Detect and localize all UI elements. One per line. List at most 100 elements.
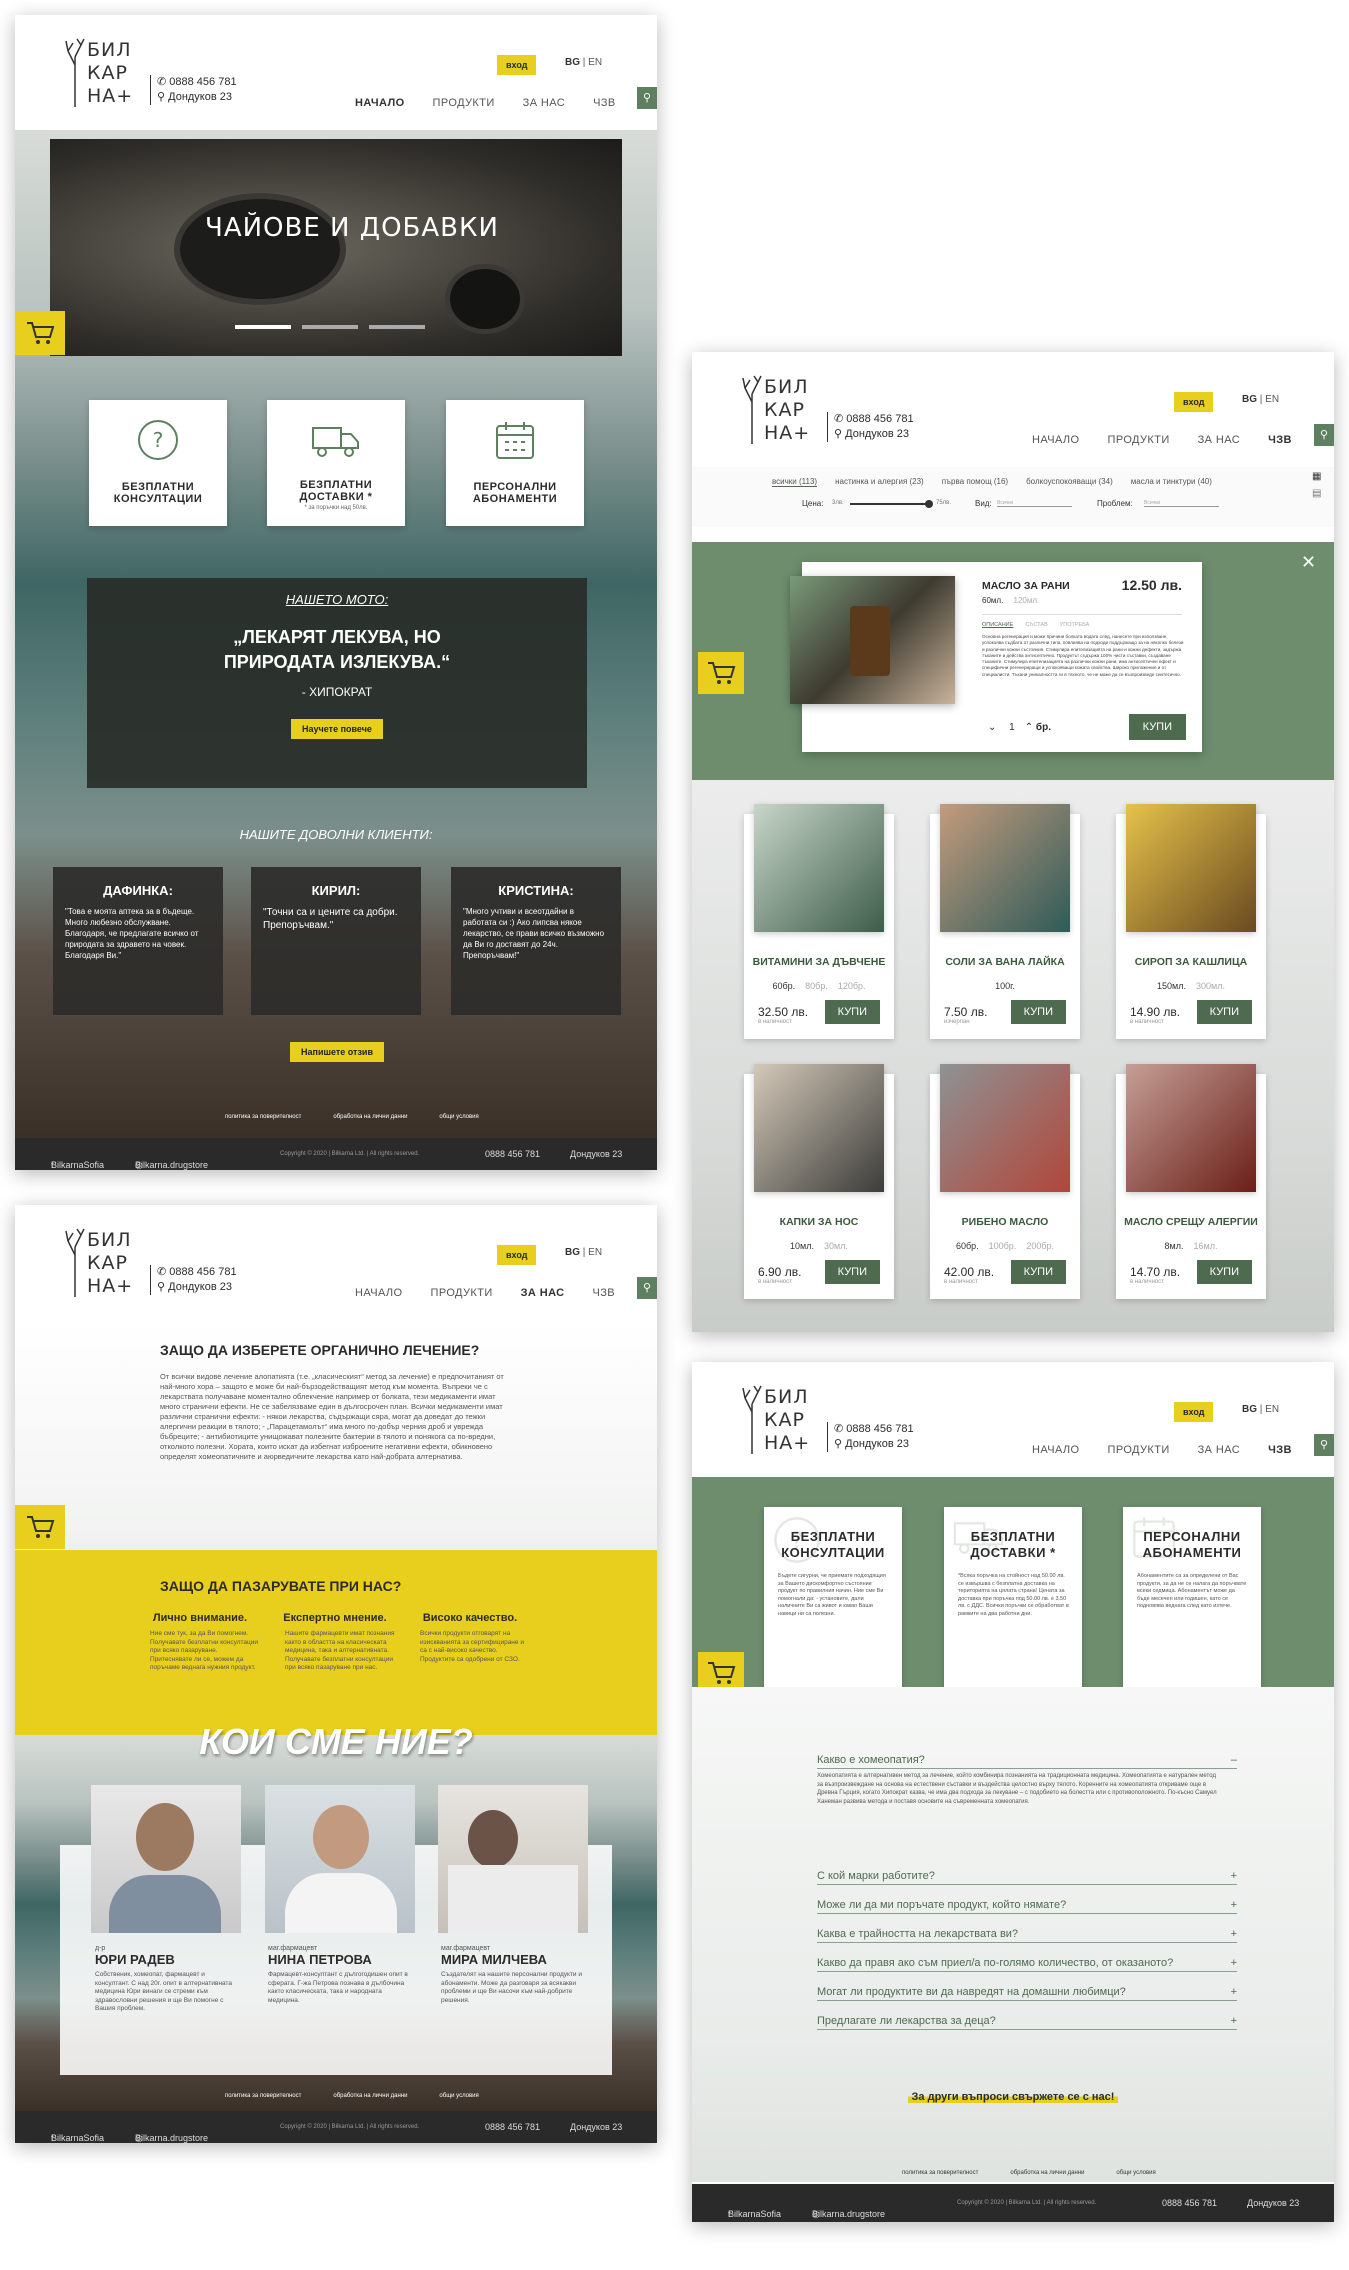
- buy-button[interactable]: КУПИ: [1196, 1000, 1252, 1024]
- language-switch[interactable]: BG | EN: [565, 1247, 602, 1258]
- size-option[interactable]: 60мл.: [982, 596, 1003, 605]
- search-button[interactable]: ⚲: [637, 1277, 657, 1299]
- chevron-down-icon[interactable]: ⌄: [988, 722, 996, 733]
- product-card[interactable]: СИРОП ЗА КАШЛИЦА 150мл. 300мл. 14.90 лв. в н…: [1116, 804, 1266, 1039]
- expand-icon[interactable]: +: [1231, 2015, 1237, 2027]
- faq-item[interactable]: Предлагате ли лекарства за деца? +: [817, 2015, 1237, 2030]
- lang-bg[interactable]: BG: [1242, 1404, 1257, 1415]
- nav-products[interactable]: ПРОДУКТИ: [431, 1287, 493, 1299]
- slider-dot-3[interactable]: [369, 325, 425, 329]
- language-switch[interactable]: BG | EN: [1242, 394, 1279, 405]
- buy-button[interactable]: КУПИ: [1010, 1260, 1066, 1284]
- nav-about[interactable]: ЗА НАС: [523, 97, 565, 109]
- buy-button[interactable]: КУПИ: [1196, 1260, 1252, 1284]
- footer-phone[interactable]: 0888 456 781: [485, 1149, 540, 1159]
- tab-usage[interactable]: УПОТРЕБА: [1060, 622, 1090, 628]
- faq-item[interactable]: Могат ли продуктите ви да навредят на до…: [817, 1986, 1237, 2001]
- faq-item[interactable]: Може ли да ми поръчате продукт, който ня…: [817, 1899, 1237, 1914]
- product-name[interactable]: ВИТАМИНИ ЗА ДЪВЧЕНЕ: [744, 956, 894, 968]
- size-option[interactable]: 100г.: [995, 981, 1015, 991]
- buy-button[interactable]: КУПИ: [1128, 714, 1186, 740]
- size-option[interactable]: 300мл.: [1196, 981, 1225, 991]
- search-button[interactable]: ⚲: [637, 87, 657, 109]
- privacy-link[interactable]: политика за поверителност: [225, 1114, 301, 1120]
- nav-home[interactable]: НАЧАЛО: [355, 1287, 403, 1299]
- size-option[interactable]: 8мл.: [1165, 1241, 1184, 1251]
- product-card[interactable]: МАСЛО СРЕЩУ АЛЕРГИИ 8мл. 16мл. 14.70 лв. в н…: [1116, 1064, 1266, 1299]
- product-card[interactable]: ВИТАМИНИ ЗА ДЪВЧЕНЕ 60бр. 80бр. 120бр. 32.50…: [744, 804, 894, 1039]
- product-name[interactable]: КАПКИ ЗА НОС: [744, 1216, 894, 1228]
- logo[interactable]: БИЛ КАР НА+: [65, 1227, 145, 1302]
- footer-phone[interactable]: 0888 456 781: [1162, 2198, 1217, 2208]
- phone[interactable]: 0888 456 781: [846, 1423, 913, 1435]
- nav-faq[interactable]: ЧЗВ: [1268, 434, 1292, 446]
- product-name[interactable]: МАСЛО СРЕЩУ АЛЕРГИИ: [1116, 1216, 1266, 1228]
- product-image[interactable]: [940, 804, 1070, 932]
- size-option[interactable]: 120бр.: [838, 981, 866, 991]
- language-switch[interactable]: BG | EN: [1242, 1404, 1279, 1415]
- terms-link[interactable]: общи условия: [439, 1114, 478, 1120]
- data-processing-link[interactable]: обработка на лични данни: [333, 2093, 407, 2099]
- filter-painkillers[interactable]: болкоуспокояващи (34): [1026, 477, 1113, 486]
- faq-question[interactable]: Какво да правя ако съм приел/а по-голямо…: [817, 1957, 1173, 1969]
- login-button[interactable]: вход: [497, 1245, 537, 1265]
- size-option[interactable]: 10мл.: [790, 1241, 814, 1251]
- buy-button[interactable]: КУПИ: [824, 1260, 880, 1284]
- nav-about[interactable]: ЗА НАС: [1198, 1444, 1240, 1456]
- close-icon[interactable]: ✕: [1301, 552, 1316, 573]
- expand-icon[interactable]: +: [1231, 1870, 1237, 1882]
- size-option[interactable]: 100бр.: [989, 1241, 1017, 1251]
- product-image[interactable]: [754, 804, 884, 932]
- product-image[interactable]: [1126, 804, 1256, 932]
- faq-item[interactable]: Какво да правя ако съм приел/а по-голямо…: [817, 1957, 1237, 1972]
- problem-select[interactable]: Всички: [1144, 500, 1219, 507]
- filter-cold[interactable]: настинка и алергия (23): [835, 477, 924, 486]
- terms-link[interactable]: общи условия: [439, 2093, 478, 2099]
- lang-bg[interactable]: BG: [1242, 394, 1257, 405]
- lang-bg[interactable]: BG: [565, 57, 580, 68]
- lang-en[interactable]: EN: [588, 1247, 602, 1258]
- faq-item-open[interactable]: Какво е хомеопатия? –: [817, 1754, 1237, 1769]
- nav-home[interactable]: НАЧАЛО: [1032, 1444, 1080, 1456]
- product-image[interactable]: [1126, 1064, 1256, 1192]
- nav-faq[interactable]: ЧЗВ: [1268, 1444, 1292, 1456]
- size-option[interactable]: 150мл.: [1157, 981, 1186, 991]
- filter-first-aid[interactable]: първа помощ (16): [942, 477, 1008, 486]
- faq-question[interactable]: Може ли да ми поръчате продукт, който ня…: [817, 1899, 1066, 1911]
- filter-all[interactable]: всички (113): [772, 477, 818, 487]
- tab-description[interactable]: ОПИСАНИЕ: [982, 622, 1013, 628]
- phone[interactable]: 0888 456 781: [169, 1266, 236, 1278]
- product-card[interactable]: СОЛИ ЗА ВАНА ЛАЙКА 100г. 7.50 лв. изчерпан К…: [930, 804, 1080, 1039]
- product-name[interactable]: РИБЕНО МАСЛО: [930, 1216, 1080, 1228]
- buy-button[interactable]: КУПИ: [1010, 1000, 1066, 1024]
- lang-bg[interactable]: BG: [565, 1247, 580, 1258]
- product-name[interactable]: СОЛИ ЗА ВАНА ЛАЙКА: [930, 956, 1080, 968]
- size-option[interactable]: 200бр.: [1026, 1241, 1054, 1251]
- lang-en[interactable]: EN: [1265, 394, 1279, 405]
- product-card[interactable]: КАПКИ ЗА НОС 10мл. 30мл. 6.90 лв. в наличнос…: [744, 1064, 894, 1299]
- list-view-icon[interactable]: ▤: [1312, 489, 1321, 499]
- faq-item[interactable]: С кой марки работите? +: [817, 1870, 1237, 1885]
- privacy-link[interactable]: политика за поверителност: [902, 2170, 978, 2176]
- data-processing-link[interactable]: обработка на лични данни: [1010, 2170, 1084, 2176]
- size-option[interactable]: 60бр.: [772, 981, 795, 991]
- logo[interactable]: БИЛ КАР НА+: [742, 374, 822, 449]
- nav-home[interactable]: НАЧАЛО: [1032, 434, 1080, 446]
- filter-oils[interactable]: масла и тинктури (40): [1131, 477, 1212, 486]
- search-button[interactable]: ⚲: [1314, 1434, 1334, 1456]
- logo[interactable]: БИЛ КАР НА+: [742, 1384, 822, 1459]
- cart-button[interactable]: [15, 311, 65, 355]
- login-button[interactable]: вход: [1174, 392, 1214, 412]
- nav-products[interactable]: ПРОДУКТИ: [433, 97, 495, 109]
- expand-icon[interactable]: +: [1231, 1957, 1237, 1969]
- nav-faq[interactable]: ЧЗВ: [593, 1287, 616, 1299]
- search-button[interactable]: ⚲: [1314, 424, 1334, 446]
- language-switch[interactable]: BG | EN: [565, 57, 602, 68]
- chevron-up-icon[interactable]: ⌃: [1025, 722, 1033, 733]
- slider-dot-2[interactable]: [302, 325, 358, 329]
- product-name[interactable]: СИРОП ЗА КАШЛИЦА: [1116, 956, 1266, 968]
- expand-icon[interactable]: +: [1231, 1986, 1237, 1998]
- buy-button[interactable]: КУПИ: [824, 1000, 880, 1024]
- slider-dot-1[interactable]: [235, 325, 291, 329]
- lang-en[interactable]: EN: [1265, 1404, 1279, 1415]
